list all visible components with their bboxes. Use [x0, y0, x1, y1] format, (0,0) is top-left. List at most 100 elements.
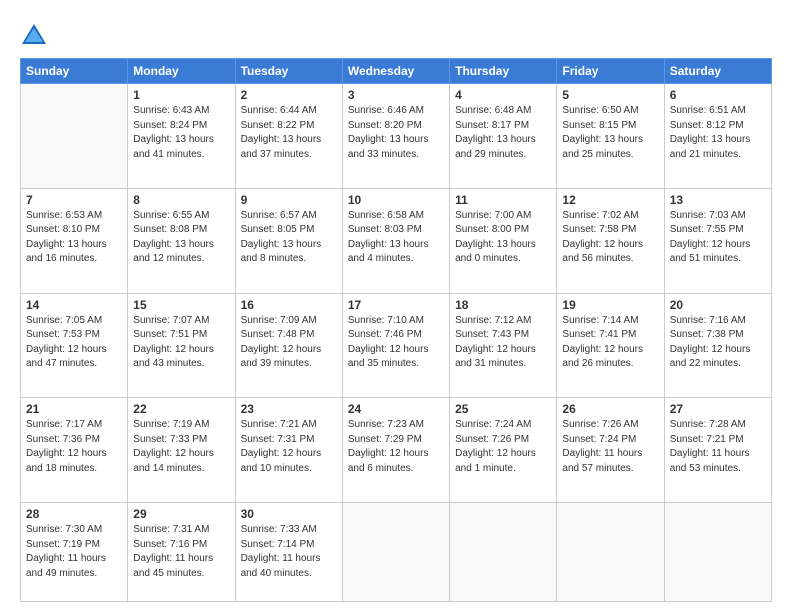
day-number: 17	[348, 298, 444, 312]
daylight-text: Daylight: 13 hours and 8 minutes.	[241, 239, 322, 265]
sunrise-text: Sunrise: 7:30 AM	[26, 524, 102, 535]
daylight-text: Daylight: 12 hours and 39 minutes.	[241, 344, 322, 370]
day-number: 1	[133, 88, 229, 102]
sunrise-text: Sunrise: 7:03 AM	[670, 210, 746, 221]
calendar-cell: 16 Sunrise: 7:09 AMSunset: 7:48 PMDayligh…	[235, 293, 342, 398]
weekday-header-monday: Monday	[128, 59, 235, 84]
sunrise-text: Sunrise: 7:23 AM	[348, 419, 424, 430]
day-number: 18	[455, 298, 551, 312]
calendar-week-row-2: 14 Sunrise: 7:05 AMSunset: 7:53 PMDayligh…	[21, 293, 772, 398]
calendar-cell: 17Sunrise: 7:10 AMSunset: 7:46 PMDayligh…	[342, 293, 449, 398]
sunrise-text: Sunrise: 7:28 AM	[670, 419, 746, 430]
daylight-text: Daylight: 12 hours and 1 minute.	[455, 448, 536, 474]
day-number: 14	[26, 298, 122, 312]
sunrise-text: Sunrise: 7:00 AM	[455, 210, 531, 221]
daylight-text: Daylight: 11 hours and 40 minutes.	[241, 553, 321, 579]
day-info: Sunrise: 7:31 AMSunset: 7:16 PMDaylight:…	[133, 523, 229, 581]
calendar-cell: 5Sunrise: 6:50 AMSunset: 8:15 PMDaylight…	[557, 84, 664, 189]
calendar-cell: 4Sunrise: 6:48 AMSunset: 8:17 PMDaylight…	[450, 84, 557, 189]
sunset-text: Sunset: 7:58 PM	[562, 224, 636, 235]
day-info: Sunrise: 7:17 AMSunset: 7:36 PMDaylight:…	[26, 418, 122, 476]
sunset-text: Sunset: 8:05 PM	[241, 224, 315, 235]
daylight-text: Daylight: 13 hours and 0 minutes.	[455, 239, 536, 265]
page: SundayMondayTuesdayWednesdayThursdayFrid…	[0, 0, 792, 612]
calendar-cell: 29Sunrise: 7:31 AMSunset: 7:16 PMDayligh…	[128, 503, 235, 602]
day-info: Sunrise: 7:00 AM Sunset: 8:00 PM Daylight:…	[455, 209, 551, 267]
calendar-cell: 11 Sunrise: 7:00 AM Sunset: 8:00 PM Dayligh…	[450, 188, 557, 293]
day-info: Sunrise: 7:09 AMSunset: 7:48 PMDaylight:…	[241, 314, 337, 372]
daylight-text: Daylight: 12 hours and 26 minutes.	[562, 344, 643, 370]
calendar-cell: 6Sunrise: 6:51 AMSunset: 8:12 PMDaylight…	[664, 84, 771, 189]
sunset-text: Sunset: 7:51 PM	[133, 329, 207, 340]
calendar-cell: 15 Sunrise: 7:07 AM Sunset: 7:51 PM Dayligh…	[128, 293, 235, 398]
sunset-text: Sunset: 7:48 PM	[241, 329, 315, 340]
sunset-text: Sunset: 8:10 PM	[26, 224, 100, 235]
sunrise-text: Sunrise: 7:26 AM	[562, 419, 638, 430]
calendar-cell: 23 Sunrise: 7:21 AMSunset: 7:31 PMDayligh…	[235, 398, 342, 503]
sunrise-text: Sunrise: 7:19 AM	[133, 419, 209, 430]
day-number: 5	[562, 88, 658, 102]
day-number: 8	[133, 193, 229, 207]
calendar-cell: 1 Sunrise: 6:43 AMSunset: 8:24 PMDaylight…	[128, 84, 235, 189]
daylight-text: Daylight: 13 hours and 37 minutes.	[241, 134, 322, 160]
sunrise-text: Sunrise: 6:50 AM	[562, 105, 638, 116]
sunset-text: Sunset: 7:21 PM	[670, 434, 744, 445]
daylight-text: Daylight: 13 hours and 16 minutes.	[26, 239, 107, 265]
sunset-text: Sunset: 7:19 PM	[26, 539, 100, 550]
calendar-week-row-1: 7Sunrise: 6:53 AMSunset: 8:10 PMDaylight…	[21, 188, 772, 293]
calendar-week-row-4: 28 Sunrise: 7:30 AM Sunset: 7:19 PM Dayligh…	[21, 503, 772, 602]
daylight-text: Daylight: 12 hours and 6 minutes.	[348, 448, 429, 474]
daylight-text: Daylight: 12 hours and 43 minutes.	[133, 344, 214, 370]
weekday-header-thursday: Thursday	[450, 59, 557, 84]
sunset-text: Sunset: 7:29 PM	[348, 434, 422, 445]
day-info: Sunrise: 7:23 AM Sunset: 7:29 PM Daylight:…	[348, 418, 444, 476]
day-number: 16	[241, 298, 337, 312]
day-number: 11	[455, 193, 551, 207]
day-number: 15	[133, 298, 229, 312]
day-info: Sunrise: 7:33 AMSunset: 7:14 PMDaylight:…	[241, 523, 337, 581]
sunrise-text: Sunrise: 7:16 AM	[670, 315, 746, 326]
sunrise-text: Sunrise: 6:43 AM	[133, 105, 209, 116]
day-info: Sunrise: 6:43 AMSunset: 8:24 PMDaylight:…	[133, 104, 229, 162]
sunrise-text: Sunrise: 7:17 AM	[26, 419, 102, 430]
sunrise-text: Sunrise: 6:58 AM	[348, 210, 424, 221]
header	[20, 18, 772, 50]
sunrise-text: Sunrise: 6:51 AM	[670, 105, 746, 116]
day-info: Sunrise: 7:05 AMSunset: 7:53 PMDaylight:…	[26, 314, 122, 372]
day-number: 23	[241, 402, 337, 416]
sunset-text: Sunset: 7:31 PM	[241, 434, 315, 445]
weekday-header-tuesday: Tuesday	[235, 59, 342, 84]
day-number: 9	[241, 193, 337, 207]
daylight-text: Daylight: 11 hours and 57 minutes.	[562, 448, 642, 474]
day-number: 4	[455, 88, 551, 102]
sunrise-text: Sunrise: 7:07 AM	[133, 315, 209, 326]
sunset-text: Sunset: 7:14 PM	[241, 539, 315, 550]
calendar-cell	[664, 503, 771, 602]
weekday-header-wednesday: Wednesday	[342, 59, 449, 84]
day-info: Sunrise: 7:21 AMSunset: 7:31 PMDaylight:…	[241, 418, 337, 476]
weekday-header-friday: Friday	[557, 59, 664, 84]
calendar-cell: 7Sunrise: 6:53 AMSunset: 8:10 PMDaylight…	[21, 188, 128, 293]
sunrise-text: Sunrise: 7:24 AM	[455, 419, 531, 430]
sunrise-text: Sunrise: 6:57 AM	[241, 210, 317, 221]
day-number: 28	[26, 507, 122, 521]
day-info: Sunrise: 6:53 AMSunset: 8:10 PMDaylight:…	[26, 209, 122, 267]
day-info: Sunrise: 7:26 AMSunset: 7:24 PMDaylight:…	[562, 418, 658, 476]
day-number: 25	[455, 402, 551, 416]
daylight-text: Daylight: 13 hours and 29 minutes.	[455, 134, 536, 160]
day-number: 24	[348, 402, 444, 416]
calendar-cell: 12Sunrise: 7:02 AMSunset: 7:58 PMDayligh…	[557, 188, 664, 293]
day-info: Sunrise: 6:57 AM Sunset: 8:05 PM Daylight:…	[241, 209, 337, 267]
calendar-cell: 25Sunrise: 7:24 AMSunset: 7:26 PMDayligh…	[450, 398, 557, 503]
calendar-cell: 18Sunrise: 7:12 AMSunset: 7:43 PMDayligh…	[450, 293, 557, 398]
day-info: Sunrise: 7:14 AMSunset: 7:41 PMDaylight:…	[562, 314, 658, 372]
sunrise-text: Sunrise: 7:31 AM	[133, 524, 209, 535]
day-number: 26	[562, 402, 658, 416]
sunset-text: Sunset: 8:17 PM	[455, 120, 529, 131]
calendar-cell: 26 Sunrise: 7:26 AMSunset: 7:24 PMDayligh…	[557, 398, 664, 503]
day-number: 13	[670, 193, 766, 207]
daylight-text: Daylight: 11 hours and 53 minutes.	[670, 448, 750, 474]
calendar-cell: 21Sunrise: 7:17 AMSunset: 7:36 PMDayligh…	[21, 398, 128, 503]
sunset-text: Sunset: 8:00 PM	[455, 224, 529, 235]
sunrise-text: Sunrise: 7:12 AM	[455, 315, 531, 326]
